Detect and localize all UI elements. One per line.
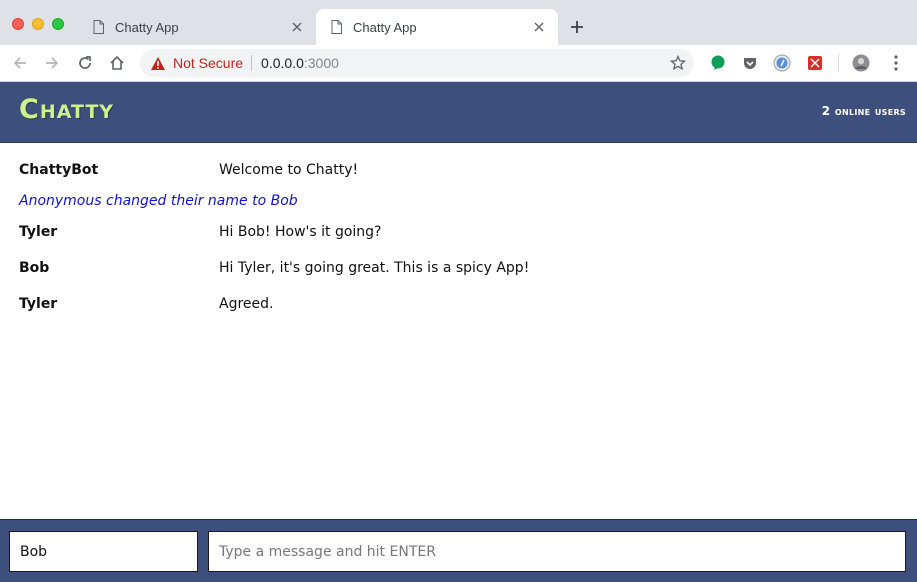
app-header: Chatty 2 online users [0, 82, 917, 143]
message-row: ChattyBot Welcome to Chatty! [19, 162, 899, 182]
page-icon [93, 20, 104, 34]
warning-icon[interactable] [150, 55, 166, 71]
username-input[interactable] [9, 531, 198, 572]
tab-title: Chatty App [353, 19, 417, 35]
new-tab-icon[interactable] [568, 18, 586, 36]
reload-icon[interactable] [75, 53, 95, 73]
address-bar[interactable]: Not Secure 0.0.0.0 :3000 [140, 49, 694, 77]
chat-bar [0, 519, 917, 582]
page-icon [331, 20, 342, 34]
browser-toolbar: Not Secure 0.0.0.0 :3000 [0, 45, 917, 82]
message-row: Tyler Agreed. [19, 296, 899, 316]
home-icon[interactable] [107, 53, 127, 73]
online-users-count: 2 online users [821, 104, 906, 118]
profile-avatar-icon[interactable] [852, 54, 870, 72]
extension-red-icon[interactable] [806, 54, 824, 72]
not-secure-label[interactable]: Not Secure [173, 55, 243, 71]
bookmark-star-icon[interactable] [670, 55, 686, 71]
message-content: Hi Bob! How's it going? [219, 224, 382, 240]
back-arrow-icon[interactable] [10, 53, 30, 73]
url-host: 0.0.0.0 [261, 55, 304, 71]
message-content: Welcome to Chatty! [219, 162, 359, 178]
tab-title: Chatty App [115, 19, 179, 35]
tab-close-icon[interactable] [532, 20, 546, 34]
window-minimize-button[interactable] [32, 18, 44, 30]
message-content: Hi Tyler, it's going great. This is a sp… [219, 260, 530, 276]
tab-close-icon[interactable] [290, 20, 304, 34]
brand-logo: Chatty [19, 94, 115, 125]
message-list: ChattyBot Welcome to Chatty! Anonymous c… [0, 143, 917, 519]
system-notification: Anonymous changed their name to Bob [19, 193, 298, 209]
browser-menu-icon[interactable] [887, 54, 905, 72]
window-close-button[interactable] [12, 18, 24, 30]
url-port: :3000 [303, 55, 339, 71]
message-username: ChattyBot [19, 162, 99, 178]
browser-tab-1[interactable]: Chatty App [78, 9, 316, 45]
extension-speech-icon[interactable] [709, 54, 727, 72]
address-divider [251, 55, 253, 71]
toolbar-divider [838, 54, 839, 72]
message-username: Tyler [19, 224, 58, 240]
browser-tab-2[interactable]: Chatty App [316, 9, 558, 45]
pocket-icon[interactable] [741, 54, 759, 72]
message-input[interactable] [208, 531, 906, 572]
message-row: Tyler Hi Bob! How's it going? [19, 224, 899, 244]
window-maximize-button[interactable] [52, 18, 64, 30]
message-username: Bob [19, 260, 50, 276]
extension-compass-icon[interactable] [773, 54, 791, 72]
forward-arrow-icon[interactable] [42, 53, 62, 73]
message-username: Tyler [19, 296, 58, 312]
message-row: Bob Hi Tyler, it's going great. This is … [19, 260, 899, 280]
message-content: Agreed. [219, 296, 274, 312]
browser-tab-strip: Chatty App Chatty App [0, 0, 917, 45]
